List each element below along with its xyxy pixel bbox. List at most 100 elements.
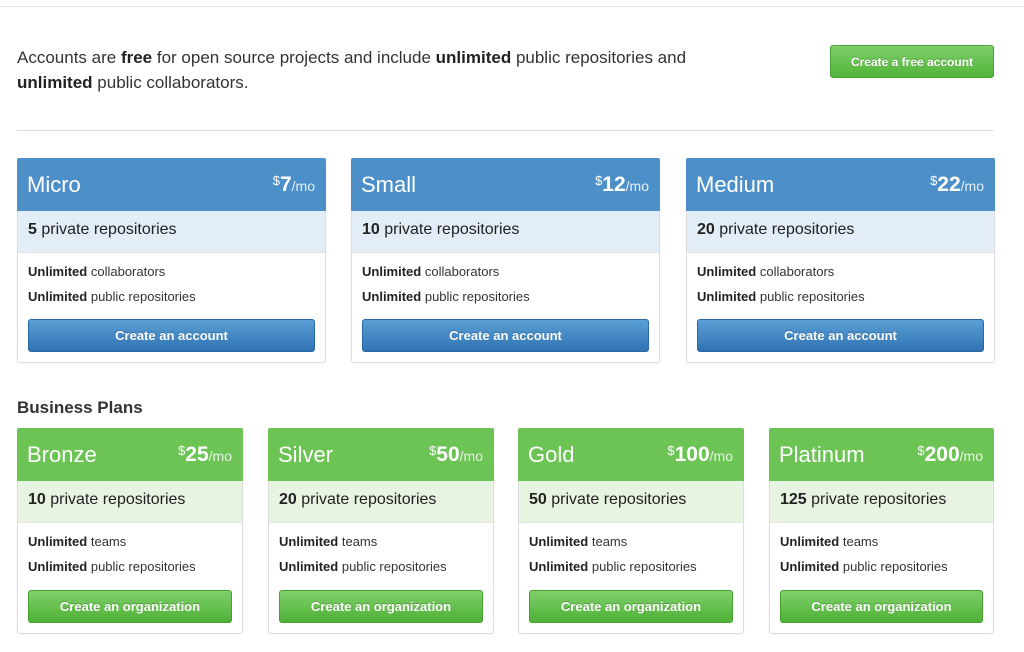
price-amount: 22	[937, 173, 961, 196]
feature-item: Unlimited public repositories	[269, 554, 493, 579]
plan-price: $25/mo	[178, 443, 232, 467]
feature-text: teams	[588, 534, 628, 549]
repos-count: 20	[279, 491, 297, 508]
price-period: /mo	[291, 178, 315, 194]
price-period: /mo	[459, 448, 483, 464]
plan-header: Micro $7/mo	[17, 158, 326, 211]
feature-item: Unlimited public repositories	[519, 554, 743, 579]
create-account-button-medium[interactable]: Create an account	[697, 319, 984, 352]
intro-part: public collaborators.	[92, 73, 249, 92]
plan-name: Small	[361, 172, 417, 197]
plan-card-small: Small $12/mo 10 private repositories Unl…	[351, 158, 660, 363]
feature-item: Unlimited collaborators	[687, 259, 994, 284]
create-organization-button-silver[interactable]: Create an organization	[279, 590, 483, 623]
feature-text: teams	[87, 534, 127, 549]
price-period: /mo	[208, 448, 232, 464]
price-currency: $	[178, 443, 186, 458]
feature-text: teams	[839, 534, 879, 549]
plan-name: Bronze	[27, 442, 97, 467]
feature-item: Unlimited public repositories	[770, 554, 993, 579]
feature-bold: Unlimited	[780, 559, 840, 574]
intro-text: Accounts are free for open source projec…	[17, 45, 777, 95]
intro-bold: unlimited	[17, 73, 93, 92]
plan-repos: 10 private repositories	[352, 211, 659, 253]
intro-part: Accounts are	[17, 48, 121, 67]
feature-bold: Unlimited	[279, 559, 339, 574]
price-amount: 50	[436, 443, 460, 466]
plan-card-gold: Gold $100/mo 50 private repositories Unl…	[518, 428, 744, 634]
plan-repos: 5 private repositories	[18, 211, 325, 253]
plan-name: Medium	[696, 172, 775, 197]
feature-text: collaborators	[87, 264, 166, 279]
business-plans-heading: Business Plans	[17, 398, 143, 417]
feature-text: public repositories	[87, 559, 196, 574]
repos-label: private repositories	[806, 491, 947, 508]
plan-price: $7/mo	[273, 173, 315, 197]
feature-bold: Unlimited	[780, 534, 840, 549]
intro-bold: unlimited	[435, 48, 512, 67]
price-currency: $	[930, 173, 938, 188]
repos-count: 10	[28, 491, 46, 508]
plan-features: Unlimited collaborators Unlimited public…	[687, 253, 994, 309]
top-divider	[0, 6, 1024, 7]
feature-text: public repositories	[588, 559, 697, 574]
price-amount: 12	[602, 173, 626, 196]
plan-repos: 125 private repositories	[770, 481, 993, 523]
plan-name: Gold	[528, 442, 575, 467]
create-organization-button-gold[interactable]: Create an organization	[529, 590, 733, 623]
create-organization-button-bronze[interactable]: Create an organization	[28, 590, 232, 623]
price-period: /mo	[960, 178, 984, 194]
price-amount: 25	[185, 443, 209, 466]
create-account-button-micro[interactable]: Create an account	[28, 319, 315, 352]
price-currency: $	[595, 173, 603, 188]
feature-text: public repositories	[87, 289, 196, 304]
plan-features: Unlimited teams Unlimited public reposit…	[269, 523, 493, 579]
plan-header: Silver $50/mo	[268, 428, 494, 481]
feature-item: Unlimited teams	[519, 529, 743, 554]
plan-name: Micro	[27, 172, 81, 197]
repos-label: private repositories	[45, 491, 186, 508]
feature-bold: Unlimited	[697, 264, 757, 279]
feature-item: Unlimited public repositories	[687, 284, 994, 309]
price-amount: 7	[279, 173, 292, 196]
plan-header: Medium $22/mo	[686, 158, 995, 211]
feature-item: Unlimited collaborators	[18, 259, 325, 284]
plan-header: Small $12/mo	[351, 158, 660, 211]
create-account-button-small[interactable]: Create an account	[362, 319, 649, 352]
create-organization-button-platinum[interactable]: Create an organization	[780, 590, 983, 623]
price-currency: $	[667, 443, 675, 458]
feature-bold: Unlimited	[362, 264, 422, 279]
repos-count: 20	[697, 221, 715, 238]
feature-item: Unlimited teams	[269, 529, 493, 554]
price-period: /mo	[625, 178, 649, 194]
repos-count: 5	[28, 221, 37, 238]
price-currency: $	[429, 443, 437, 458]
repos-count: 10	[362, 221, 380, 238]
feature-bold: Unlimited	[697, 289, 757, 304]
feature-text: public repositories	[338, 559, 447, 574]
price-currency: $	[272, 173, 280, 188]
plan-features: Unlimited teams Unlimited public reposit…	[18, 523, 242, 579]
plan-features: Unlimited collaborators Unlimited public…	[352, 253, 659, 309]
intro-bold: free	[120, 48, 153, 67]
price-currency: $	[917, 443, 925, 458]
repos-label: private repositories	[36, 221, 177, 238]
repos-label: private repositories	[379, 221, 520, 238]
plan-header: Platinum $200/mo	[769, 428, 994, 481]
feature-text: public repositories	[839, 559, 948, 574]
plan-name: Silver	[278, 442, 334, 467]
feature-bold: Unlimited	[529, 559, 589, 574]
price-period: /mo	[959, 448, 983, 464]
plan-price: $22/mo	[930, 173, 984, 197]
feature-bold: Unlimited	[28, 559, 88, 574]
intro-part: public repositories and	[511, 48, 687, 67]
create-free-account-button[interactable]: Create a free account	[830, 45, 994, 78]
repos-label: private repositories	[296, 491, 437, 508]
feature-bold: Unlimited	[28, 289, 88, 304]
feature-bold: Unlimited	[529, 534, 589, 549]
plan-card-micro: Micro $7/mo 5 private repositories Unlim…	[17, 158, 326, 363]
plan-price: $200/mo	[917, 443, 983, 467]
plan-name: Platinum	[779, 442, 865, 467]
repos-label: private repositories	[714, 221, 855, 238]
plan-header: Bronze $25/mo	[17, 428, 243, 481]
